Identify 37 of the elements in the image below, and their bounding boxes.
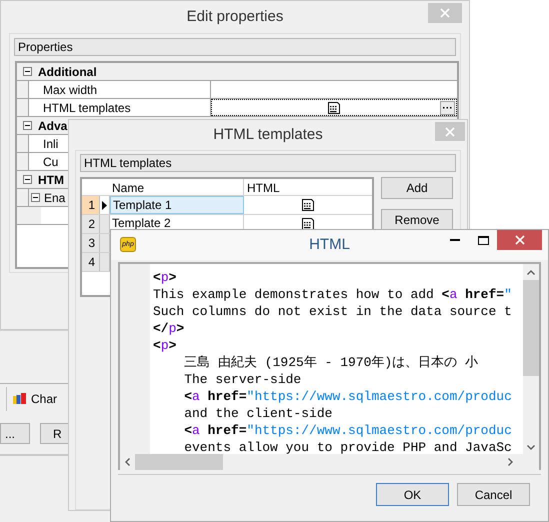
code-line: <p> bbox=[153, 269, 178, 286]
table-cell[interactable]: Template 1 bbox=[110, 196, 244, 214]
button[interactable]: Add bbox=[381, 177, 453, 199]
window-title: Edit properties bbox=[186, 6, 284, 27]
property-name: Inli bbox=[43, 136, 58, 152]
button[interactable]: Remove bbox=[381, 209, 453, 231]
group-header: HTML templates bbox=[80, 154, 456, 172]
code-line: <a href="https://www.sqlmaestro.com/produc bbox=[183, 388, 513, 405]
property-name: Max width bbox=[43, 82, 98, 98]
code-line: and the client-side bbox=[183, 405, 334, 422]
property-row[interactable]: Max width bbox=[17, 81, 457, 99]
code-line: The server-side bbox=[183, 371, 302, 388]
category-label: Additional bbox=[38, 64, 97, 80]
column-header: Name bbox=[110, 179, 244, 195]
code-line: </p> bbox=[153, 320, 186, 337]
code-line: This example demonstrates how to add <a href=" bbox=[153, 286, 513, 303]
window-title: HTML bbox=[309, 234, 350, 255]
button[interactable]: Cancel bbox=[457, 483, 530, 506]
window-title: HTML templates bbox=[213, 124, 323, 145]
button[interactable]: ... bbox=[0, 423, 30, 444]
property-name: Cu bbox=[43, 154, 58, 170]
category-label: Adva bbox=[38, 118, 68, 134]
category-label: HTM bbox=[38, 172, 64, 188]
code-line: <p> bbox=[153, 337, 178, 354]
code-line: events allow you to provide PHP and JavaSc bbox=[183, 439, 513, 454]
group-header: Properties bbox=[14, 38, 456, 56]
code-line: 三島 由紀夫 (1925年 - 1970年)は、日本の 小 bbox=[183, 354, 480, 371]
row-number[interactable]: 2 bbox=[82, 215, 100, 233]
property-name: HTML templates bbox=[43, 100, 131, 116]
button[interactable]: OK bbox=[376, 483, 449, 506]
row-number[interactable]: 4 bbox=[82, 253, 100, 271]
code-line: Such columns do not exist in the data source t bbox=[153, 303, 513, 320]
row-number[interactable]: 1 bbox=[82, 196, 100, 214]
column-header: HTML bbox=[246, 180, 281, 195]
row-number[interactable]: 3 bbox=[82, 234, 100, 252]
code-line: <a href="https://www.sqlmaestro.com/produc bbox=[183, 422, 513, 439]
property-name: Ena bbox=[44, 190, 66, 206]
